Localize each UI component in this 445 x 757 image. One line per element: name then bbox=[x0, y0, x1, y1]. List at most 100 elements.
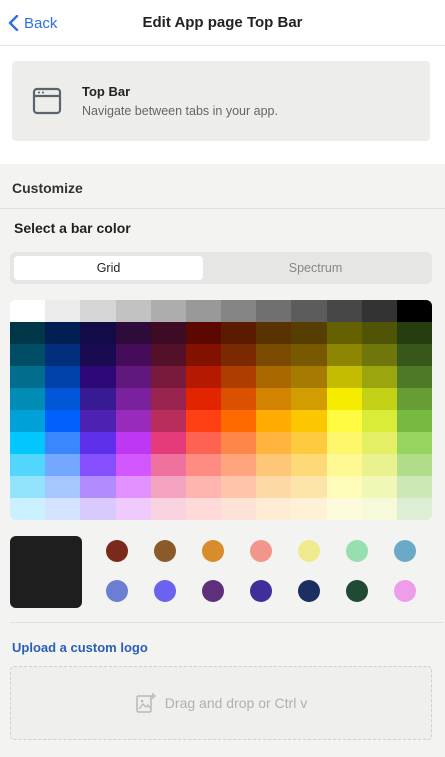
color-cell[interactable] bbox=[10, 476, 46, 498]
color-cell[interactable] bbox=[80, 388, 116, 410]
color-cell[interactable] bbox=[291, 498, 327, 520]
color-cell[interactable] bbox=[361, 344, 397, 366]
color-cell[interactable] bbox=[185, 300, 221, 322]
color-cell[interactable] bbox=[115, 454, 151, 476]
color-cell[interactable] bbox=[396, 366, 432, 388]
color-cell[interactable] bbox=[396, 454, 432, 476]
color-cell[interactable] bbox=[326, 344, 362, 366]
color-cell[interactable] bbox=[221, 498, 257, 520]
color-cell[interactable] bbox=[80, 432, 116, 454]
color-cell[interactable] bbox=[326, 432, 362, 454]
color-cell[interactable] bbox=[396, 498, 432, 520]
color-cell[interactable] bbox=[45, 454, 81, 476]
color-cell[interactable] bbox=[396, 322, 432, 344]
color-cell[interactable] bbox=[396, 432, 432, 454]
color-cell[interactable] bbox=[291, 432, 327, 454]
preset-color-dot[interactable] bbox=[346, 540, 368, 562]
color-cell[interactable] bbox=[291, 344, 327, 366]
preset-color-dot[interactable] bbox=[154, 540, 176, 562]
color-cell[interactable] bbox=[361, 322, 397, 344]
color-cell[interactable] bbox=[115, 322, 151, 344]
color-cell[interactable] bbox=[115, 366, 151, 388]
color-cell[interactable] bbox=[221, 300, 257, 322]
color-cell[interactable] bbox=[256, 432, 292, 454]
color-cell[interactable] bbox=[10, 498, 46, 520]
color-cell[interactable] bbox=[80, 476, 116, 498]
color-cell[interactable] bbox=[291, 366, 327, 388]
color-cell[interactable] bbox=[115, 476, 151, 498]
preset-color-dot[interactable] bbox=[394, 540, 416, 562]
color-cell[interactable] bbox=[291, 410, 327, 432]
color-cell[interactable] bbox=[221, 454, 257, 476]
color-cell[interactable] bbox=[291, 322, 327, 344]
color-cell[interactable] bbox=[10, 454, 46, 476]
preset-color-dot[interactable] bbox=[202, 580, 224, 602]
color-cell[interactable] bbox=[185, 322, 221, 344]
color-cell[interactable] bbox=[45, 476, 81, 498]
color-cell[interactable] bbox=[150, 454, 186, 476]
preset-color-dot[interactable] bbox=[106, 540, 128, 562]
color-cell[interactable] bbox=[361, 366, 397, 388]
color-cell[interactable] bbox=[185, 476, 221, 498]
color-cell[interactable] bbox=[326, 388, 362, 410]
preset-color-dot[interactable] bbox=[298, 580, 320, 602]
color-cell[interactable] bbox=[10, 410, 46, 432]
color-cell[interactable] bbox=[291, 300, 327, 322]
color-cell[interactable] bbox=[80, 454, 116, 476]
color-cell[interactable] bbox=[150, 388, 186, 410]
color-cell[interactable] bbox=[326, 454, 362, 476]
color-cell[interactable] bbox=[221, 344, 257, 366]
color-cell[interactable] bbox=[80, 410, 116, 432]
color-cell[interactable] bbox=[256, 476, 292, 498]
color-cell[interactable] bbox=[256, 344, 292, 366]
color-cell[interactable] bbox=[361, 300, 397, 322]
color-cell[interactable] bbox=[326, 476, 362, 498]
color-cell[interactable] bbox=[291, 454, 327, 476]
color-cell[interactable] bbox=[150, 498, 186, 520]
color-cell[interactable] bbox=[185, 366, 221, 388]
color-cell[interactable] bbox=[150, 344, 186, 366]
color-cell[interactable] bbox=[361, 432, 397, 454]
color-cell[interactable] bbox=[221, 432, 257, 454]
color-cell[interactable] bbox=[80, 344, 116, 366]
color-cell[interactable] bbox=[150, 300, 186, 322]
color-cell[interactable] bbox=[185, 410, 221, 432]
color-cell[interactable] bbox=[256, 454, 292, 476]
preset-color-dot[interactable] bbox=[250, 540, 272, 562]
color-cell[interactable] bbox=[361, 498, 397, 520]
color-cell[interactable] bbox=[221, 476, 257, 498]
color-cell[interactable] bbox=[45, 300, 81, 322]
color-cell[interactable] bbox=[361, 410, 397, 432]
color-cell[interactable] bbox=[326, 300, 362, 322]
upload-logo-link[interactable]: Upload a custom logo bbox=[12, 640, 148, 655]
color-cell[interactable] bbox=[45, 498, 81, 520]
color-cell[interactable] bbox=[115, 410, 151, 432]
preset-color-dot[interactable] bbox=[394, 580, 416, 602]
color-cell[interactable] bbox=[185, 454, 221, 476]
color-cell[interactable] bbox=[185, 498, 221, 520]
color-cell[interactable] bbox=[45, 388, 81, 410]
color-cell[interactable] bbox=[185, 388, 221, 410]
color-cell[interactable] bbox=[396, 388, 432, 410]
color-cell[interactable] bbox=[80, 366, 116, 388]
color-cell[interactable] bbox=[361, 388, 397, 410]
color-cell[interactable] bbox=[221, 366, 257, 388]
color-cell[interactable] bbox=[326, 322, 362, 344]
preset-color-dot[interactable] bbox=[106, 580, 128, 602]
color-cell[interactable] bbox=[115, 432, 151, 454]
preset-color-dot[interactable] bbox=[298, 540, 320, 562]
color-cell[interactable] bbox=[45, 322, 81, 344]
color-cell[interactable] bbox=[115, 388, 151, 410]
color-cell[interactable] bbox=[326, 498, 362, 520]
color-cell[interactable] bbox=[150, 366, 186, 388]
color-cell[interactable] bbox=[256, 388, 292, 410]
color-cell[interactable] bbox=[80, 322, 116, 344]
color-cell[interactable] bbox=[150, 476, 186, 498]
color-cell[interactable] bbox=[221, 388, 257, 410]
color-cell[interactable] bbox=[256, 366, 292, 388]
color-cell[interactable] bbox=[326, 410, 362, 432]
preset-color-dot[interactable] bbox=[250, 580, 272, 602]
color-cell[interactable] bbox=[291, 476, 327, 498]
color-cell[interactable] bbox=[256, 410, 292, 432]
preset-color-dot[interactable] bbox=[346, 580, 368, 602]
